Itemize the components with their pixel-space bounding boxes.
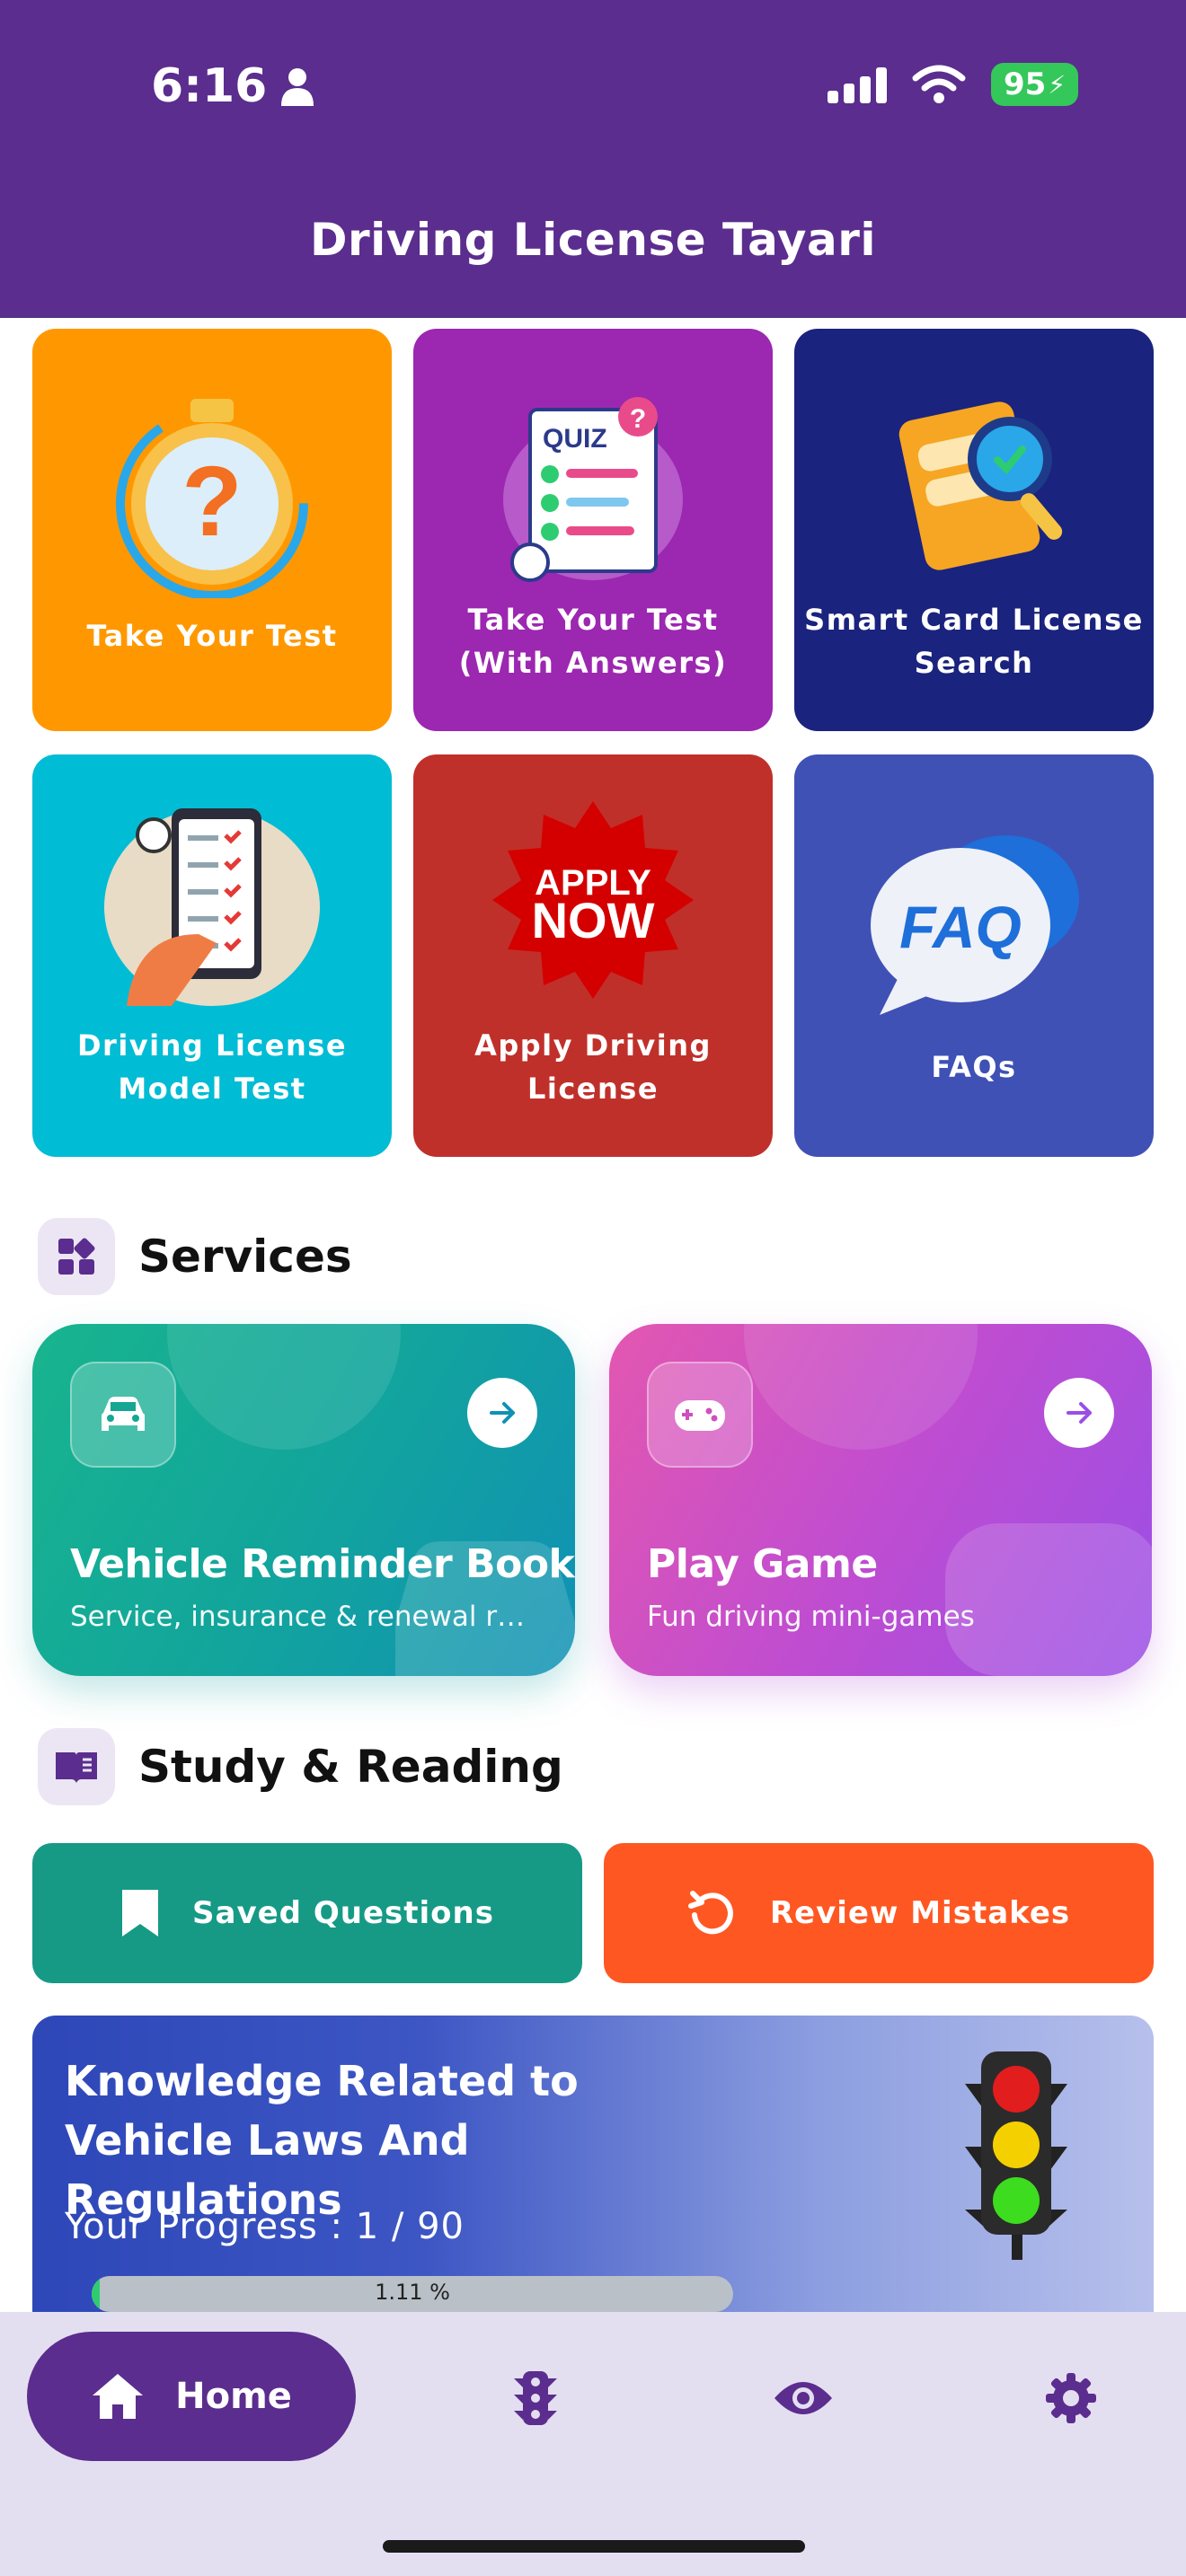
- service-card-title: Play Game: [647, 1541, 878, 1587]
- tile-smart-card-license-search[interactable]: Smart Card License Search: [794, 329, 1154, 731]
- faq-art-text: FAQ: [899, 894, 1022, 960]
- arrow-right-icon[interactable]: [1044, 1378, 1114, 1448]
- person-icon: [281, 68, 314, 106]
- page-title: Driving License Tayari: [309, 214, 877, 266]
- license-search-icon: [898, 401, 1063, 570]
- quiz-art-text: QUIZ: [543, 424, 607, 454]
- saved-questions-button[interactable]: Saved Questions: [32, 1843, 582, 1983]
- vehicle-reminder-book-card[interactable]: Vehicle Reminder Book Service, insurance…: [32, 1324, 575, 1676]
- service-card-subtitle: Fun driving mini-games: [647, 1601, 975, 1633]
- knowledge-progress-label: Your Progress : 1 / 90: [65, 2206, 465, 2247]
- services-title: Services: [138, 1231, 352, 1283]
- tile-take-your-test[interactable]: ? Take Your Test: [32, 329, 392, 731]
- car-icon: [70, 1362, 176, 1468]
- tile-take-your-test-with-answers[interactable]: QUIZ ? Take Your Test (With Answers): [413, 329, 773, 731]
- tile-label: Take Your Test: [86, 619, 338, 653]
- apply-now-badge-icon: APPLY NOW: [492, 801, 694, 999]
- study-section-header: Study & Reading: [38, 1728, 563, 1805]
- tile-label: Driving License Model Test: [76, 1028, 348, 1106]
- apply-art-line2: NOW: [532, 892, 655, 948]
- status-time: 6:16: [151, 59, 315, 113]
- nav-home-label: Home: [175, 2376, 292, 2417]
- tile-driving-license-model-test[interactable]: Driving License Model Test: [32, 754, 392, 1157]
- status-indicators: 95 ⚡: [828, 63, 1078, 106]
- status-time-text: 6:16: [151, 59, 268, 113]
- tile-faqs[interactable]: FAQ FAQs: [794, 754, 1154, 1157]
- model-test-phone-icon: [104, 808, 320, 1006]
- home-icon: [93, 2374, 144, 2419]
- tile-label: Smart Card License Search: [804, 603, 1144, 680]
- gear-icon[interactable]: [1037, 2364, 1105, 2432]
- tile-label: Apply Driving License: [474, 1028, 712, 1106]
- arrow-right-icon[interactable]: [467, 1378, 537, 1448]
- faq-bubble-icon: FAQ: [871, 835, 1079, 1015]
- cellular-signal-icon: [828, 66, 887, 103]
- wifi-icon: [912, 65, 966, 103]
- dashboard-grid-icon: [38, 1218, 115, 1295]
- traffic-light-icon[interactable]: [501, 2364, 570, 2432]
- bookmark-icon: [122, 1890, 159, 1936]
- tile-apply-driving-license[interactable]: APPLY NOW Apply Driving License: [413, 754, 773, 1157]
- decorative-circle: [167, 1324, 401, 1450]
- progress-percent: 1.11 %: [375, 2280, 450, 2305]
- play-game-card[interactable]: Play Game Fun driving mini-games: [609, 1324, 1152, 1676]
- app-header: 6:16 95 ⚡ Driving License Tayari: [0, 0, 1186, 318]
- eye-icon[interactable]: [769, 2364, 837, 2432]
- study-title: Study & Reading: [138, 1741, 563, 1793]
- services-section-header: Services: [38, 1218, 352, 1295]
- service-card-subtitle: Service, insurance & renewal r…: [70, 1601, 526, 1633]
- book-icon: [38, 1728, 115, 1805]
- knowledge-title: Knowledge Related to Vehicle Laws And Re…: [65, 2057, 579, 2224]
- battery-level: 95: [1004, 66, 1047, 102]
- refresh-icon: [687, 1891, 733, 1935]
- knowledge-card[interactable]: Knowledge Related to Vehicle Laws And Re…: [32, 2016, 1154, 2321]
- saved-questions-label: Saved Questions: [192, 1895, 494, 1931]
- gamepad-watermark-icon: [945, 1523, 1152, 1676]
- review-mistakes-button[interactable]: Review Mistakes: [604, 1843, 1154, 1983]
- home-indicator: [383, 2540, 805, 2553]
- gamepad-icon: [647, 1362, 753, 1468]
- battery-indicator: 95 ⚡: [991, 63, 1078, 106]
- quiz-clipboard-icon: QUIZ ?: [503, 397, 683, 582]
- decorative-circle: [744, 1324, 978, 1450]
- svg-text:?: ?: [630, 404, 646, 434]
- traffic-light-illustration: [965, 2051, 1067, 2260]
- tile-label: Take Your Test (With Answers): [458, 603, 728, 680]
- tile-label: FAQs: [931, 1050, 1017, 1084]
- service-card-title: Vehicle Reminder Book: [70, 1541, 575, 1587]
- review-mistakes-label: Review Mistakes: [769, 1895, 1071, 1931]
- svg-text:?: ?: [181, 446, 242, 557]
- stopwatch-question-icon: ?: [116, 399, 308, 598]
- nav-home-button[interactable]: Home: [27, 2332, 356, 2461]
- knowledge-progress-bar: 1.11 %: [92, 2276, 733, 2312]
- bottom-navigation: Home: [0, 2312, 1186, 2576]
